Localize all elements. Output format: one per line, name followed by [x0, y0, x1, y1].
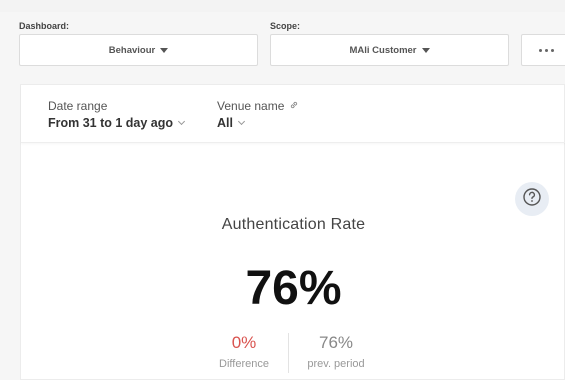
- venue-name-label-row: Venue name: [217, 99, 299, 113]
- stat-divider: [288, 333, 289, 373]
- help-circle-icon: [522, 187, 542, 212]
- filter-bar: Date range From 31 to 1 day ago Venue na…: [21, 85, 565, 143]
- venue-name-value-row[interactable]: All: [217, 116, 299, 130]
- difference-label: Difference: [219, 358, 269, 370]
- difference-stat: 0% Difference: [199, 333, 289, 370]
- help-button[interactable]: [515, 182, 549, 216]
- metric-card: Date range From 31 to 1 day ago Venue na…: [20, 84, 565, 380]
- venue-name-filter[interactable]: Venue name All: [217, 99, 299, 130]
- date-range-value-row[interactable]: From 31 to 1 day ago: [48, 116, 186, 130]
- chevron-down-icon: [237, 117, 246, 126]
- scope-label: Scope:: [270, 21, 301, 31]
- prev-period-label: prev. period: [307, 358, 365, 370]
- scope-select[interactable]: MAli Customer: [270, 34, 509, 66]
- dashboard-select[interactable]: Behaviour: [19, 34, 258, 66]
- date-range-label: Date range: [48, 99, 108, 113]
- caret-down-icon: [160, 47, 169, 53]
- caret-down-icon: [421, 47, 430, 53]
- prev-period-value: 76%: [318, 333, 354, 352]
- top-bar: [0, 0, 565, 12]
- dashboard-select-value: Behaviour: [108, 44, 156, 56]
- date-range-value: From 31 to 1 day ago: [48, 116, 174, 130]
- more-horizontal-icon: [538, 48, 554, 52]
- venue-name-value: All: [217, 116, 233, 130]
- venue-name-label: Venue name: [217, 99, 285, 113]
- difference-value: 0%: [231, 333, 257, 352]
- link-icon: [289, 99, 299, 113]
- date-range-filter[interactable]: Date range From 31 to 1 day ago: [48, 99, 186, 130]
- chevron-down-icon: [177, 117, 186, 126]
- more-options-button[interactable]: [521, 34, 565, 66]
- scope-select-value: MAli Customer: [349, 44, 417, 56]
- metric-value: 76%: [245, 262, 342, 315]
- dashboard-label: Dashboard:: [19, 21, 70, 31]
- metric-title: Authentication Rate: [221, 216, 366, 233]
- prev-period-stat: 76% prev. period: [291, 333, 381, 370]
